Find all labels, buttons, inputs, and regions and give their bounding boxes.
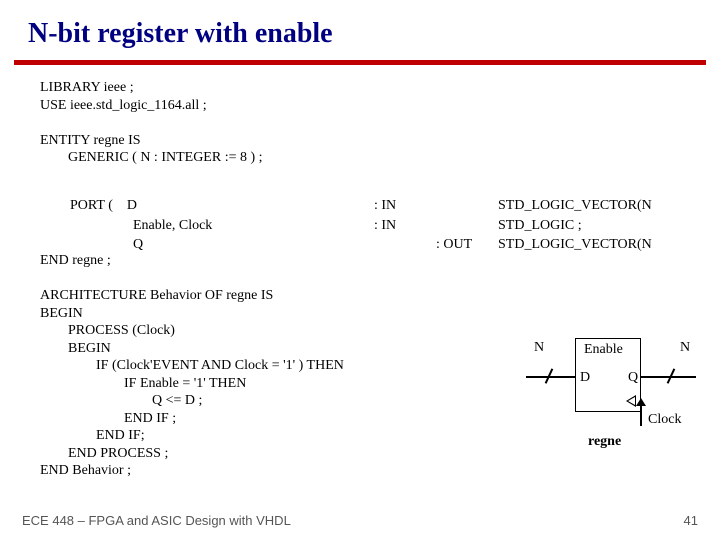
port-ec-dir: : IN	[374, 217, 434, 235]
port-ec-dir2	[436, 217, 496, 235]
port-d-dir2	[436, 197, 496, 215]
port-row-enable-clock: Enable, Clock : IN STD_LOGIC ;	[42, 217, 652, 235]
label-regne: regne	[588, 434, 621, 450]
slide-title: N-bit register with enable	[0, 0, 720, 60]
wire-d-in	[526, 376, 575, 378]
label-clock: Clock	[648, 412, 681, 428]
bus-width-right: N	[680, 340, 690, 356]
port-d-name: PORT ( D	[42, 197, 372, 215]
footer-course: ECE 448 – FPGA and ASIC Design with VHDL	[22, 513, 291, 528]
port-declarations: PORT ( D : IN STD_LOGIC_VECTOR(N Enable,…	[40, 195, 654, 256]
port-d-type: STD_LOGIC_VECTOR(N	[498, 197, 652, 215]
port-q-dir	[374, 236, 434, 254]
clock-triangle-icon	[626, 395, 636, 407]
label-enable: Enable	[584, 342, 623, 358]
block-diagram: N N Enable D Q Clock regne	[520, 330, 700, 480]
label-d: D	[580, 370, 590, 386]
port-ec-type: STD_LOGIC ;	[498, 217, 652, 235]
port-q-name: Q	[42, 236, 372, 254]
footer-page-number: 41	[684, 513, 698, 528]
port-d-dir: : IN	[374, 197, 434, 215]
port-ec-name: Enable, Clock	[42, 217, 372, 235]
code-library-entity: LIBRARY ieee ; USE ieee.std_logic_1164.a…	[0, 79, 720, 167]
label-q: Q	[628, 370, 638, 386]
port-row-d: PORT ( D : IN STD_LOGIC_VECTOR(N	[42, 197, 652, 215]
port-q-type: STD_LOGIC_VECTOR(N	[498, 236, 652, 254]
title-rule	[14, 60, 706, 65]
slide-footer: ECE 448 – FPGA and ASIC Design with VHDL…	[22, 513, 698, 528]
clock-arrow-icon	[636, 398, 646, 406]
port-q-dir2: : OUT	[436, 236, 496, 254]
port-row-q: Q : OUT STD_LOGIC_VECTOR(N	[42, 236, 652, 254]
bus-width-left: N	[534, 340, 544, 356]
code-architecture: END regne ; ARCHITECTURE Behavior OF reg…	[0, 252, 344, 480]
